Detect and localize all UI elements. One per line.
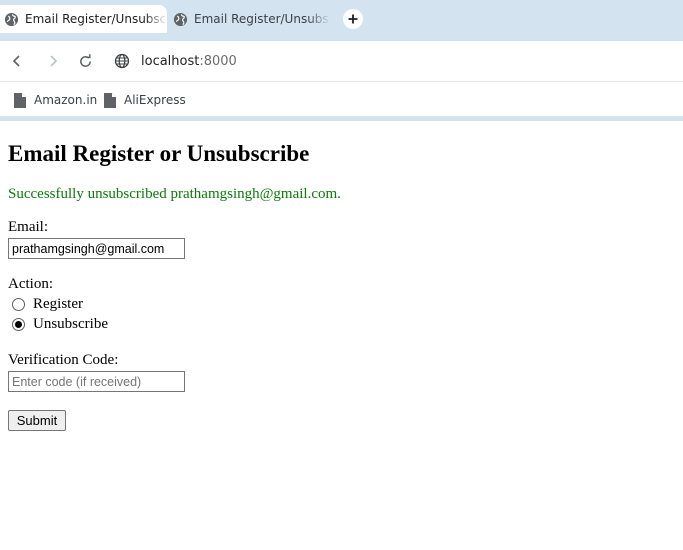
page-content: Email Register or Unsubscribe Successful… bbox=[0, 121, 683, 550]
radio-button-register[interactable] bbox=[12, 298, 25, 311]
browser-toolbar: localhost:8000 bbox=[0, 41, 683, 80]
bookmark-aliexpress[interactable]: AliExpress bbox=[104, 91, 186, 109]
bookmark-label: AliExpress bbox=[124, 93, 186, 107]
url-port: :8000 bbox=[199, 53, 237, 69]
forward-arrow-icon bbox=[50, 55, 58, 67]
radio-label-register: Register bbox=[33, 296, 83, 312]
tab-email-register-inactive[interactable]: Email Register/Unsubscribe bbox=[170, 5, 330, 33]
radio-selected-dot bbox=[15, 321, 22, 328]
globe-icon bbox=[4, 12, 19, 26]
bookmark-amazon[interactable]: Amazon.in bbox=[14, 91, 97, 109]
email-label: Email: bbox=[8, 219, 48, 235]
radio-unsubscribe[interactable]: Unsubscribe bbox=[12, 316, 108, 333]
radio-button-unsubscribe[interactable] bbox=[12, 318, 25, 331]
bookmark-label: Amazon.in bbox=[34, 93, 98, 107]
email-field[interactable] bbox=[8, 238, 185, 259]
radio-label-unsubscribe: Unsubscribe bbox=[33, 316, 108, 332]
tab-strip: Email Register/Unsubscribe Email Registe… bbox=[0, 0, 683, 41]
globe-icon bbox=[173, 12, 188, 26]
reload-icon bbox=[79, 53, 91, 67]
page-title: Email Register or Unsubscribe bbox=[8, 141, 310, 166]
reload-button[interactable] bbox=[75, 51, 95, 71]
verification-code-label: Verification Code: bbox=[8, 352, 119, 368]
verification-code-field[interactable] bbox=[8, 371, 185, 392]
status-message: Successfully unsubscribed prathamgsingh@… bbox=[8, 186, 341, 202]
url-host: localhost bbox=[141, 53, 200, 69]
submit-button[interactable]: Submit bbox=[8, 410, 66, 431]
action-label: Action: bbox=[8, 276, 53, 292]
radio-register[interactable]: Register bbox=[12, 296, 83, 313]
page-icon bbox=[104, 92, 116, 108]
globe-icon[interactable] bbox=[114, 53, 130, 69]
new-tab-button[interactable] bbox=[343, 9, 363, 29]
back-button[interactable] bbox=[7, 51, 27, 71]
page-icon bbox=[14, 92, 26, 108]
back-arrow-icon bbox=[12, 55, 20, 67]
plus-icon bbox=[348, 14, 358, 24]
address-bar[interactable]: localhost:8000 bbox=[112, 48, 672, 74]
forward-button[interactable] bbox=[43, 51, 63, 71]
tab-email-register-active[interactable]: Email Register/Unsubscribe bbox=[0, 5, 167, 33]
bookmarks-bar: Amazon.in AliExpress bbox=[0, 81, 683, 116]
